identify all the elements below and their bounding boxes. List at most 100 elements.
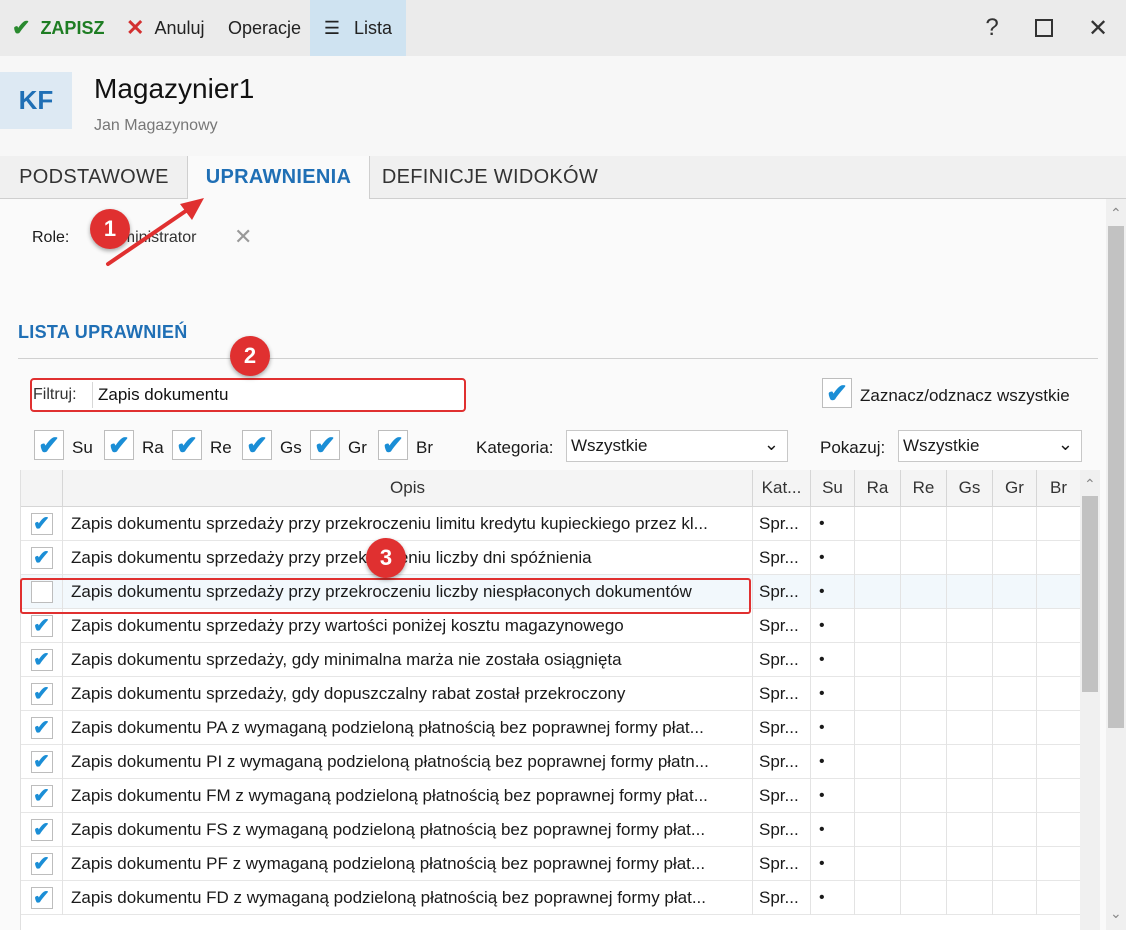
table-row[interactable]: ✔ Zapis dokumentu FD z wymaganą podzielon… [21, 881, 1081, 915]
maximize-button[interactable] [1024, 0, 1064, 56]
row-checkbox[interactable]: ✔ [30, 751, 53, 773]
flag-gs-label: Gs [280, 438, 302, 457]
cell-opis: Zapis dokumentu FD z wymaganą podzieloną… [63, 881, 753, 915]
column-header-gr[interactable]: Gr [993, 470, 1037, 506]
help-button[interactable]: ? [972, 0, 1012, 56]
table-row[interactable]: ✔ Zapis dokumentu sprzedaży przy przekroc… [21, 507, 1081, 541]
cell-re [901, 813, 947, 847]
row-checkbox[interactable]: ✔ [30, 649, 53, 671]
cell-br [1037, 677, 1081, 711]
row-checkbox[interactable]: ✔ [30, 853, 53, 875]
table-row[interactable]: ✔ Zapis dokumentu PF z wymaganą podzielon… [21, 847, 1081, 881]
column-header-kat[interactable]: Kat... [753, 470, 811, 506]
cell-re [901, 643, 947, 677]
table-row[interactable]: ✔ Zapis dokumentu sprzedaży przy wartości… [21, 609, 1081, 643]
row-checkbox[interactable]: ✔ [30, 785, 53, 807]
column-header-gs[interactable]: Gs [947, 470, 993, 506]
column-header-opis[interactable]: Opis [63, 470, 753, 506]
tab-uprawnienia[interactable]: UPRAWNIENIA [187, 156, 370, 199]
row-select-cell: ✔ [21, 881, 63, 915]
cell-br [1037, 609, 1081, 643]
cell-ra [855, 609, 901, 643]
scroll-down-icon[interactable]: ⌄ [1110, 905, 1122, 922]
table-row[interactable]: ✔ Zapis dokumentu sprzedaży przy przekroc… [21, 541, 1081, 575]
cell-gs [947, 643, 993, 677]
table-row[interactable]: ✔ Zapis dokumentu FM z wymaganą podzielon… [21, 779, 1081, 813]
cell-gr [993, 813, 1037, 847]
cell-br [1037, 881, 1081, 915]
checkmark-icon: ✔ [12, 15, 31, 40]
filter-label: Filtruj: [33, 386, 77, 403]
category-value: Wszystkie [571, 436, 648, 455]
cell-kat: Spr... [753, 541, 811, 575]
save-button[interactable]: ✔ ZAPISZ [12, 0, 104, 56]
column-header-ra[interactable]: Ra [855, 470, 901, 506]
hamburger-icon: ☰ [323, 17, 341, 38]
table-row[interactable]: ✔ Zapis dokumentu sprzedaży, gdy dopuszcz… [21, 677, 1081, 711]
column-header-su[interactable]: Su [811, 470, 855, 506]
row-checkbox[interactable]: ✔ [30, 683, 53, 705]
cell-gs [947, 847, 993, 881]
flag-re-label: Re [210, 438, 232, 457]
scroll-up-icon[interactable]: ⌃ [1110, 205, 1122, 222]
list-button[interactable]: ☰ Lista [310, 0, 406, 56]
cell-re [901, 847, 947, 881]
row-checkbox[interactable]: ✔ [30, 887, 53, 909]
operations-button[interactable]: Operacje [228, 0, 301, 56]
filter-input[interactable] [92, 380, 474, 410]
roles-label: Role: [32, 229, 70, 246]
category-select[interactable]: Wszystkie ⌄ [566, 430, 788, 462]
cell-re [901, 745, 947, 779]
cell-br [1037, 643, 1081, 677]
page-scrollbar-thumb[interactable] [1108, 226, 1124, 728]
show-select[interactable]: Wszystkie ⌄ [898, 430, 1082, 462]
grid-scrollbar-thumb[interactable] [1082, 496, 1098, 692]
checkmark-icon: ✔ [33, 683, 50, 705]
show-label: Pokazuj: [820, 438, 886, 457]
grid-scroll-up-icon[interactable]: ⌃ [1084, 476, 1096, 493]
row-select-cell: ✔ [21, 847, 63, 881]
column-header-re[interactable]: Re [901, 470, 947, 506]
grid-header: Opis Kat... Su Ra Re Gs Gr Br [21, 470, 1081, 507]
table-row[interactable]: ✔ Zapis dokumentu FS z wymaganą podzielon… [21, 813, 1081, 847]
tab-definicje-widokow[interactable]: DEFINICJE WIDOKÓW [368, 156, 612, 198]
table-row[interactable]: ✔ Zapis dokumentu PI z wymaganą podzielon… [21, 745, 1081, 779]
close-window-button[interactable]: ✕ [1078, 0, 1118, 56]
cell-ra [855, 745, 901, 779]
flag-re-checkbox[interactable]: ✔ [172, 430, 202, 460]
row-checkbox[interactable]: ✔ [30, 819, 53, 841]
table-row[interactable]: ✔ Zapis dokumentu PA z wymaganą podzielon… [21, 711, 1081, 745]
row-checkbox[interactable]: ✔ [30, 717, 53, 739]
flag-ra-checkbox[interactable]: ✔ [104, 430, 134, 460]
checkmark-icon: ✔ [33, 751, 50, 773]
checkmark-icon: ✔ [33, 853, 50, 875]
table-row[interactable]: ✔ Zapis dokumentu sprzedaży, gdy minimaln… [21, 643, 1081, 677]
avatar: KF [0, 72, 72, 129]
cell-su: • [811, 677, 855, 711]
row-checkbox[interactable]: ✔ [30, 513, 53, 535]
cell-gr [993, 881, 1037, 915]
column-header-br[interactable]: Br [1037, 470, 1081, 506]
cell-gs [947, 575, 993, 609]
cancel-button[interactable]: ✕ Anuluj [126, 0, 204, 56]
cell-re [901, 711, 947, 745]
select-all-checkbox[interactable]: ✔ [822, 378, 852, 408]
cell-su: • [811, 575, 855, 609]
cell-gr [993, 643, 1037, 677]
flag-br-checkbox[interactable]: ✔ [378, 430, 408, 460]
page-subtitle: Jan Magazynowy [94, 117, 218, 134]
close-window-icon: ✕ [1087, 14, 1109, 42]
cell-ra [855, 881, 901, 915]
flag-gs-checkbox[interactable]: ✔ [242, 430, 272, 460]
cell-ra [855, 643, 901, 677]
cell-su: • [811, 643, 855, 677]
cell-re [901, 575, 947, 609]
flag-su-checkbox[interactable]: ✔ [34, 430, 64, 460]
row-checkbox[interactable]: ✔ [30, 615, 53, 637]
checkmark-icon: ✔ [33, 785, 50, 807]
cell-su: • [811, 507, 855, 541]
remove-role-icon[interactable]: ✕ [234, 224, 252, 250]
row-select-cell: ✔ [21, 779, 63, 813]
row-checkbox[interactable]: ✔ [30, 547, 53, 569]
flag-gr-checkbox[interactable]: ✔ [310, 430, 340, 460]
